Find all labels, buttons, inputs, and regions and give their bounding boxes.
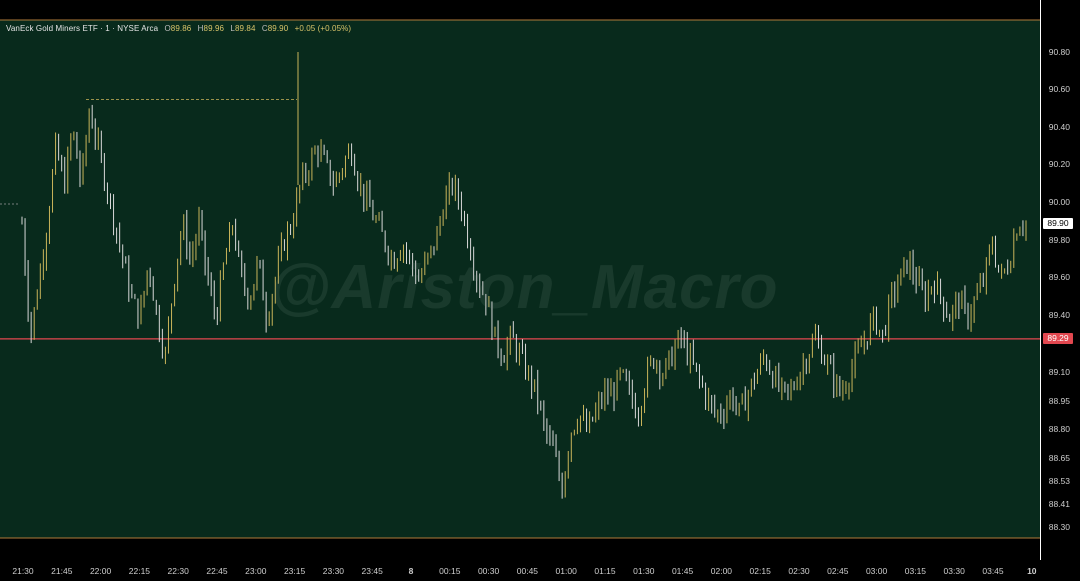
x-tick-label: 22:15 bbox=[128, 566, 151, 576]
x-tick-label: 23:15 bbox=[283, 566, 306, 576]
x-tick-label: 22:00 bbox=[89, 566, 112, 576]
y-tick-label: 90.20 bbox=[1048, 159, 1070, 169]
y-tick-label: 88.30 bbox=[1048, 522, 1070, 532]
x-tick-label: 01:30 bbox=[633, 566, 655, 576]
x-tick-label: 02:00 bbox=[710, 566, 733, 576]
x-tick-label: 22:45 bbox=[206, 566, 228, 576]
y-tick-label: 88.80 bbox=[1048, 424, 1070, 434]
last-price-tag: 89.90 bbox=[1043, 217, 1073, 229]
open-value: 89.86 bbox=[170, 24, 192, 33]
x-tick-label: 21:30 bbox=[12, 566, 34, 576]
y-tick-label: 89.40 bbox=[1048, 310, 1070, 320]
reference-price-tag: 89.29 bbox=[1043, 333, 1073, 345]
y-tick-label: 90.00 bbox=[1048, 197, 1070, 207]
x-tick-label: 03:45 bbox=[982, 566, 1004, 576]
x-tick-label: 02:30 bbox=[788, 566, 810, 576]
x-tick-label: 03:00 bbox=[865, 566, 888, 576]
x-tick-label: 10 bbox=[1027, 566, 1037, 576]
y-tick-label: 89.80 bbox=[1048, 235, 1070, 245]
x-tick-label: 23:00 bbox=[245, 566, 267, 576]
low-value: 89.84 bbox=[234, 24, 256, 33]
x-tick-label: 01:00 bbox=[555, 566, 577, 576]
x-tick-label: 02:15 bbox=[749, 566, 771, 576]
y-tick-label: 90.40 bbox=[1048, 122, 1070, 132]
x-tick-label: 00:15 bbox=[439, 566, 461, 576]
symbol-name[interactable]: VanEck Gold Miners ETF · 1 · NYSE Arca bbox=[6, 24, 158, 33]
y-tick-label: 89.60 bbox=[1048, 272, 1070, 282]
x-tick-label: 01:15 bbox=[594, 566, 616, 576]
close-value: 89.90 bbox=[267, 24, 289, 33]
x-tick-label: 03:30 bbox=[943, 566, 965, 576]
y-tick-label: 88.53 bbox=[1048, 476, 1070, 486]
chart-stage: VanEck Gold Miners ETF · 1 · NYSE Arca O… bbox=[0, 0, 1080, 581]
symbol-legend: VanEck Gold Miners ETF · 1 · NYSE Arca O… bbox=[6, 24, 351, 33]
high-value: 89.96 bbox=[203, 24, 225, 33]
x-tick-label: 21:45 bbox=[51, 566, 73, 576]
y-tick-label: 88.41 bbox=[1048, 499, 1070, 509]
x-tick-label: 22:30 bbox=[167, 566, 189, 576]
x-tick-label: 23:45 bbox=[361, 566, 383, 576]
y-tick-label: 89.10 bbox=[1048, 367, 1070, 377]
y-tick-label: 88.65 bbox=[1048, 453, 1070, 463]
x-tick-label: 02:45 bbox=[827, 566, 849, 576]
y-tick-label: 90.60 bbox=[1048, 84, 1070, 94]
x-tick-label: 03:15 bbox=[904, 566, 927, 576]
change-value: +0.05 (+0.05%) bbox=[294, 24, 352, 33]
x-tick-label: 00:30 bbox=[477, 566, 500, 576]
x-tick-label: 00:45 bbox=[516, 566, 539, 576]
y-tick-label: 90.80 bbox=[1048, 47, 1070, 57]
x-tick-label: 23:30 bbox=[322, 566, 345, 576]
x-tick-label: 8 bbox=[408, 566, 414, 576]
x-tick-label: 01:45 bbox=[671, 566, 694, 576]
watermark: @Ariston_Macro bbox=[270, 253, 779, 322]
y-tick-label: 88.95 bbox=[1048, 396, 1070, 406]
